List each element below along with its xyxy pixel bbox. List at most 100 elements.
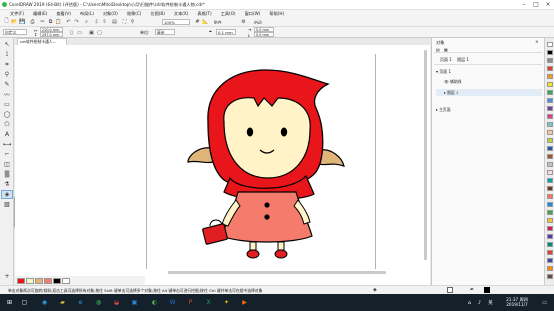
- rulers-icon[interactable]: 📐: [202, 18, 209, 25]
- palette-swatch[interactable]: [547, 234, 553, 239]
- grid-icon[interactable]: #: [194, 18, 201, 25]
- windows-start-icon[interactable]: ⊞: [5, 298, 14, 307]
- network-icon[interactable]: ⌂: [465, 298, 474, 307]
- palette-swatch[interactable]: [547, 266, 553, 271]
- fill-indicator-icon[interactable]: ◈: [373, 287, 377, 293]
- document-palette-swatch[interactable]: [26, 277, 34, 284]
- zoom-tool-icon[interactable]: ⚲: [1, 70, 13, 79]
- store-icon[interactable]: ▣: [130, 298, 139, 307]
- palette-swatch[interactable]: [547, 202, 553, 207]
- close-icon[interactable]: ×: [542, 0, 554, 9]
- docker-close-icon[interactable]: ×: [535, 40, 539, 45]
- units-select[interactable]: 毫米: [155, 29, 175, 35]
- explorer-icon[interactable]: ▰: [58, 298, 67, 307]
- launch-dropdown[interactable]: 启动: [252, 19, 274, 25]
- layer-icon[interactable]: ▤: [436, 47, 440, 52]
- minimize-icon[interactable]: –: [518, 0, 530, 9]
- rectangle-tool-icon[interactable]: ▭: [1, 100, 13, 109]
- drop-shadow-icon[interactable]: ◫: [1, 160, 13, 169]
- palette-swatch[interactable]: [547, 242, 553, 247]
- wechat-icon[interactable]: ◍: [94, 298, 103, 307]
- palette-swatch[interactable]: [547, 74, 553, 79]
- powerpoint-icon[interactable]: P: [186, 298, 195, 307]
- add-tool-icon[interactable]: +: [1, 272, 13, 281]
- document-palette-swatch[interactable]: [53, 277, 61, 284]
- media-icon[interactable]: ▶: [240, 298, 249, 307]
- print-icon[interactable]: ⎙: [29, 18, 36, 25]
- palette-swatch[interactable]: [547, 122, 553, 127]
- zoom-level-select[interactable]: 100%: [162, 19, 190, 25]
- palette-swatch[interactable]: [547, 106, 553, 111]
- connector-tool-icon[interactable]: ⌐: [1, 150, 13, 159]
- notification-icon[interactable]: ▭: [540, 298, 549, 307]
- excel-icon[interactable]: X: [204, 298, 213, 307]
- palette-swatch[interactable]: [547, 98, 553, 103]
- page-node[interactable]: ▾ 页面 1: [436, 69, 451, 75]
- palette-swatch[interactable]: [547, 50, 553, 55]
- palette-swatch[interactable]: [547, 130, 553, 135]
- eyedropper-icon[interactable]: ⚗: [1, 180, 13, 189]
- word-icon[interactable]: W: [168, 298, 177, 307]
- interactive-fill-icon[interactable]: ◈: [1, 190, 13, 199]
- pick-tool-icon[interactable]: ↖: [1, 40, 13, 49]
- palette-swatch[interactable]: [547, 162, 553, 167]
- palette-swatch[interactable]: [547, 274, 553, 279]
- text-tool-icon[interactable]: A: [1, 130, 13, 139]
- full-screen-icon[interactable]: ⛶: [121, 18, 128, 25]
- document-palette-swatch[interactable]: [62, 277, 70, 284]
- fill-swatch[interactable]: [447, 287, 453, 293]
- qq-icon[interactable]: ◒: [112, 298, 121, 307]
- copy-icon[interactable]: ⧉: [47, 18, 54, 25]
- polygon-tool-icon[interactable]: ⬠: [1, 120, 13, 129]
- all-pages-icon[interactable]: ▣: [88, 29, 95, 36]
- palette-swatch[interactable]: [547, 186, 553, 191]
- palette-swatch[interactable]: [547, 250, 553, 255]
- zoom-icon[interactable]: ⚲: [129, 18, 136, 25]
- portrait-icon[interactable]: ▯: [68, 29, 75, 36]
- palette-swatch[interactable]: [547, 58, 553, 63]
- palette-swatch[interactable]: [547, 218, 553, 223]
- volume-icon[interactable]: ♪: [475, 298, 484, 307]
- palette-swatch[interactable]: [547, 82, 553, 87]
- landscape-icon[interactable]: ▭: [76, 29, 83, 36]
- edge-icon[interactable]: e: [76, 298, 85, 307]
- document-palette-swatch[interactable]: [17, 277, 25, 284]
- palette-swatch[interactable]: [547, 42, 553, 47]
- coreldraw-taskbar-icon[interactable]: ◐: [150, 298, 159, 307]
- transparency-icon[interactable]: ▒: [1, 170, 13, 179]
- ime-indicator[interactable]: 英: [486, 298, 495, 307]
- options-icon[interactable]: ⚙: [240, 18, 247, 25]
- master-page-row[interactable]: ▸ 主页面: [436, 107, 451, 113]
- search-icon[interactable]: ⌕: [83, 18, 90, 25]
- palette-swatch[interactable]: [547, 138, 553, 143]
- page-height-field[interactable]: 297.0 mm: [40, 32, 63, 37]
- browser-icon[interactable]: ◉: [40, 298, 49, 307]
- artistic-media-icon[interactable]: 〰: [1, 90, 13, 99]
- palette-swatch[interactable]: [547, 178, 553, 183]
- palette-swatch[interactable]: [547, 258, 553, 263]
- photos-icon[interactable]: ✦: [222, 298, 231, 307]
- current-page-icon[interactable]: ▢: [96, 29, 103, 36]
- maximize-icon[interactable]: □: [530, 0, 542, 9]
- guides-layer-row[interactable]: 👁 辅助线: [444, 79, 461, 85]
- palette-swatch[interactable]: [547, 90, 553, 95]
- freehand-tool-icon[interactable]: ✎: [1, 80, 13, 89]
- horizontal-scrollbar[interactable]: [168, 271, 386, 274]
- show-properties-icon[interactable]: ▦: [444, 47, 448, 52]
- snap-to-dropdown[interactable]: 贴齐: [212, 19, 234, 25]
- smart-fill-icon[interactable]: ▧: [1, 200, 13, 209]
- outline-indicator-icon[interactable]: ✒: [470, 287, 474, 293]
- duplicate-y-field[interactable]: 5.0 mm: [254, 32, 274, 37]
- task-view-icon[interactable]: ▢: [20, 298, 29, 307]
- palette-swatch[interactable]: [547, 146, 553, 151]
- cut-icon[interactable]: ✂: [39, 18, 46, 25]
- open-icon[interactable]: 📂: [11, 18, 18, 25]
- undo-icon[interactable]: ↶: [65, 18, 72, 25]
- save-icon[interactable]: 💾: [19, 18, 26, 25]
- palette-swatch[interactable]: [547, 210, 553, 215]
- layer-row[interactable]: ▸ 图层 1: [436, 89, 542, 96]
- palette-swatch[interactable]: [547, 66, 553, 71]
- crop-tool-icon[interactable]: ⌗: [1, 60, 13, 69]
- vertical-scrollbar[interactable]: [424, 50, 427, 260]
- palette-swatch[interactable]: [547, 114, 553, 119]
